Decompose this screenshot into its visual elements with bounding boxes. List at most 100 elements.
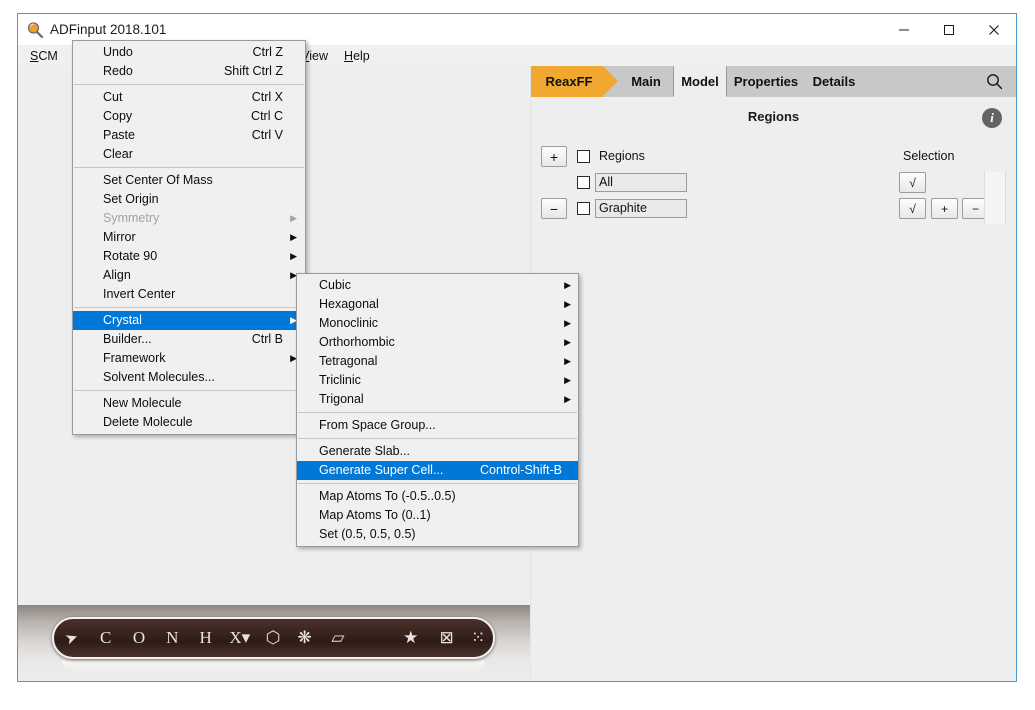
remove-region-button[interactable]: − [541,198,567,219]
tab-reaxff[interactable]: ReaxFF [531,66,618,97]
dots-tool[interactable]: ⁙ [463,619,493,657]
crystal-menu-item-cubic[interactable]: Cubic ▶ [297,276,578,295]
edit-menu-item-new-molecule[interactable]: New Molecule [73,394,305,413]
column-header-regions: Regions [599,149,645,163]
menu-item-label: Mirror [103,230,136,244]
window-controls [881,14,1016,45]
menu-item-label: From Space Group... [319,418,436,432]
edit-menu-separator [74,390,304,391]
page-title: Regions [747,109,800,124]
edit-menu-item-invert-center[interactable]: Invert Center [73,285,305,304]
region-name-input-all[interactable]: All [595,173,687,192]
close-button[interactable] [971,14,1016,45]
edit-menu-separator [74,307,304,308]
crystal-menu-item-map-atoms-to-0-1[interactable]: Map Atoms To (0..1) [297,506,578,525]
crystal-menu-item-map-atoms-to-0-5-0-5[interactable]: Map Atoms To (-0.5..0.5) [297,487,578,506]
tab-reaxff-label: ReaxFF [545,74,593,89]
screen: ADFinput 2018.101 SCM File Edit Select A… [0,0,1035,710]
tab-properties[interactable]: Properties [727,66,805,97]
chevron-right-icon: ▶ [564,337,571,347]
plane-tool[interactable]: ▱ [320,619,355,657]
regions-table: + Regions Selection All √ ▼ [531,146,1016,224]
crystal-menu-item-orthorhombic[interactable]: Orthorhombic ▶ [297,333,578,352]
edit-menu-item-rotate-90[interactable]: Rotate 90 ▶ [73,247,305,266]
crystal-menu-item-triclinic[interactable]: Triclinic ▶ [297,371,578,390]
edit-menu-item-undo[interactable]: Undo Ctrl Z [73,43,305,62]
edit-menu-item-cut[interactable]: Cut Ctrl X [73,88,305,107]
search-icon[interactable] [980,66,1008,97]
carbon-atom-tool[interactable]: C [89,619,122,657]
edit-menu-item-clear[interactable]: Clear [73,145,305,164]
select-region-button-graphite[interactable]: √ [899,198,926,219]
select-region-button-all[interactable]: √ [899,172,926,193]
row-spinner-track[interactable] [984,172,1006,224]
atom-tool-toolbar: ➤ C O N H X▾ ⬡ ❋ ▱ ★ ⊠ ⁙ [52,617,495,659]
edit-menu-item-mirror[interactable]: Mirror ▶ [73,228,305,247]
crystal-menu-item-tetragonal[interactable]: Tetragonal ▶ [297,352,578,371]
menu-item-label: Delete Molecule [103,415,193,429]
hydrogen-atom-tool[interactable]: H [189,619,222,657]
box-tool[interactable]: ⊠ [430,619,463,657]
menu-item-label: Undo [103,45,133,59]
crystal-submenu: Cubic ▶ Hexagonal ▶ Monoclinic ▶ Orthorhombic ▶… [296,273,579,547]
add-to-region-button-graphite[interactable]: + [931,198,958,219]
edit-menu-item-paste[interactable]: Paste Ctrl V [73,126,305,145]
edit-menu-item-copy[interactable]: Copy Ctrl C [73,107,305,126]
menu-item-shortcut: Shift Ctrl Z [223,64,283,78]
maximize-button[interactable] [926,14,971,45]
edit-menu-item-solvent-molecules[interactable]: Solvent Molecules... [73,368,305,387]
edit-menu-item-builder[interactable]: Builder... Ctrl B [73,330,305,349]
menu-help[interactable]: Help [336,46,378,66]
crystal-menu-item-hexagonal[interactable]: Hexagonal ▶ [297,295,578,314]
crystal-menu-item-monoclinic[interactable]: Monoclinic ▶ [297,314,578,333]
crystal-menu-item-set-0-5-0-5-0-5[interactable]: Set (0.5, 0.5, 0.5) [297,525,578,544]
menu-item-label: Align [103,268,131,282]
edit-dropdown-menu: Undo Ctrl Z Redo Shift Ctrl Z Cut Ctrl X Copy C… [72,40,306,435]
tab-details[interactable]: Details [805,66,863,97]
crystal-menu-separator [298,438,577,439]
select-all-checkbox[interactable] [577,150,590,163]
window-title: ADFinput 2018.101 [50,22,167,37]
ring-tool[interactable]: ⬡ [257,619,289,657]
tab-model[interactable]: Model [673,66,727,97]
add-region-button[interactable]: + [541,146,567,167]
edit-menu-item-redo[interactable]: Redo Shift Ctrl Z [73,62,305,81]
tab-model-label: Model [681,73,719,89]
region-name-input-graphite[interactable]: Graphite [595,199,687,218]
menu-item-label: Map Atoms To (-0.5..0.5) [319,489,456,503]
row-checkbox-all[interactable] [577,176,590,189]
menu-item-shortcut: Ctrl X [251,90,283,104]
crystal-menu-item-generate-slab[interactable]: Generate Slab... [297,442,578,461]
molecule-canvas[interactable]: ➤ C O N H X▾ ⬡ ❋ ▱ ★ ⊠ ⁙ [18,605,530,681]
cursor-arrow-icon[interactable]: ➤ [49,614,95,662]
menu-item-label: Clear [103,147,133,161]
edit-menu-item-framework[interactable]: Framework ▶ [73,349,305,368]
edit-menu-item-set-origin[interactable]: Set Origin [73,190,305,209]
menu-scm[interactable]: SCM [22,46,66,66]
menu-item-shortcut: Ctrl B [251,332,283,346]
oxygen-atom-tool[interactable]: O [122,619,155,657]
info-icon[interactable]: i [982,108,1002,128]
other-element-tool[interactable]: X▾ [222,619,257,657]
menu-item-label: Copy [103,109,133,123]
edit-menu-item-crystal[interactable]: Crystal ▶ [73,311,305,330]
edit-menu-item-delete-molecule[interactable]: Delete Molecule [73,413,305,432]
chevron-right-icon: ▶ [290,213,297,223]
menu-item-label: Cubic [319,278,351,292]
crystal-menu-item-from-space-group[interactable]: From Space Group... [297,416,578,435]
snowflake-tool[interactable]: ❋ [289,619,321,657]
chevron-right-icon: ▶ [564,394,571,404]
tab-main[interactable]: Main [619,66,673,97]
column-header-selection: Selection [903,149,955,163]
crystal-menu-item-generate-super-cell[interactable]: Generate Super Cell... Control-Shift-B [297,461,578,480]
row-checkbox-graphite[interactable] [577,202,590,215]
edit-menu-item-set-center-of-mass[interactable]: Set Center Of Mass [73,171,305,190]
crystal-menu-separator [298,412,577,413]
tab-details-label: Details [812,74,856,89]
crystal-menu-item-trigonal[interactable]: Trigonal ▶ [297,390,578,409]
edit-menu-item-align[interactable]: Align ▶ [73,266,305,285]
menu-item-label: Monoclinic [319,316,379,330]
minimize-button[interactable] [881,14,926,45]
star-tool[interactable]: ★ [391,619,430,657]
nitrogen-atom-tool[interactable]: N [156,619,189,657]
